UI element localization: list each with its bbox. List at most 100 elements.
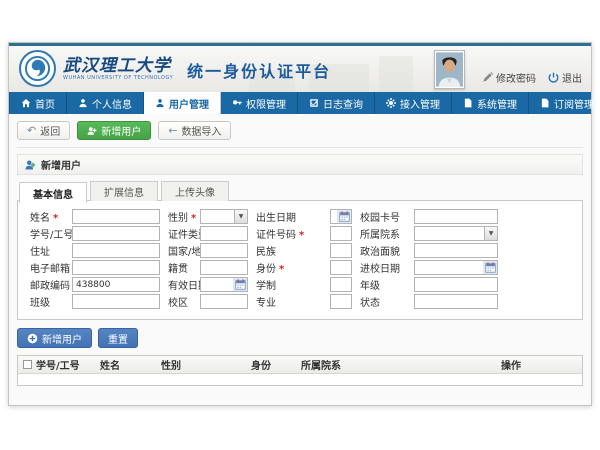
nav-tab-label: 日志查询 xyxy=(323,96,363,111)
chevron-down-icon[interactable]: ▼ xyxy=(484,227,497,240)
field-input-wrap xyxy=(72,243,160,258)
field-text-input[interactable] xyxy=(330,294,352,309)
chevron-down-icon[interactable]: ▼ xyxy=(234,210,247,223)
field-input-wrap xyxy=(414,260,498,275)
key-icon xyxy=(232,98,242,108)
field-text-input[interactable] xyxy=(200,260,248,275)
field-text-input[interactable] xyxy=(72,277,160,292)
data-import-button[interactable]: ← 数据导入 xyxy=(158,121,231,140)
field-text-input[interactable] xyxy=(414,277,498,292)
field-input-wrap xyxy=(200,277,248,292)
nav-tab-label: 系统管理 xyxy=(477,96,517,111)
field-text-input[interactable] xyxy=(72,226,160,241)
user-form: 姓名*性别*▼出生日期校园卡号学号/工号*证件类型*证件号码*所属院系▼住址国家… xyxy=(22,208,578,310)
change-password-link[interactable]: 修改密码 xyxy=(482,70,536,85)
user-icon xyxy=(78,98,88,108)
nav-tab-5[interactable]: 接入管理 xyxy=(375,92,452,114)
logout-link[interactable]: 退出 xyxy=(548,70,582,85)
nav-tab-2[interactable]: 用户管理 xyxy=(144,92,221,114)
table-column-header-1: 姓名 xyxy=(100,357,161,372)
nav-tab-0[interactable]: 首页 xyxy=(9,92,67,114)
field-text-input[interactable] xyxy=(414,243,498,258)
back-arrow-icon: ↶ xyxy=(27,125,36,136)
university-name-en: WUHAN UNIVERSITY OF TECHNOLOGY xyxy=(63,75,173,81)
field-text-input[interactable] xyxy=(414,294,498,309)
table-column-header-2: 性别 xyxy=(161,357,251,372)
table-empty-body xyxy=(18,374,582,385)
nav-tab-label: 订阅管理 xyxy=(554,96,594,111)
field-label: 住址 xyxy=(22,243,72,258)
user-avatar[interactable] xyxy=(434,50,465,89)
back-button[interactable]: ↶ 返回 xyxy=(17,121,70,140)
main-content: ↶ 返回 新增用户 ← 数据导入 新增用户 基本信息扩展信息上传头像 姓名*性别… xyxy=(9,114,591,405)
field-text-input[interactable] xyxy=(72,243,160,258)
add-user-toolbar-button[interactable]: 新增用户 xyxy=(77,121,151,140)
gear-icon xyxy=(386,98,396,108)
field-label: 邮政编码 xyxy=(22,277,72,292)
required-asterisk: * xyxy=(53,213,58,224)
import-arrow-icon: ← xyxy=(168,125,177,136)
field-label: 姓名* xyxy=(22,209,72,224)
select-all-checkbox[interactable] xyxy=(23,360,32,369)
field-text-input[interactable] xyxy=(72,209,160,224)
add-user-icon xyxy=(24,159,36,171)
nav-tab-1[interactable]: 个人信息 xyxy=(67,92,144,114)
field-text-input[interactable] xyxy=(330,243,352,258)
add-user-icon xyxy=(87,126,97,136)
field-input-wrap xyxy=(200,260,248,275)
field-label: 身份* xyxy=(248,260,330,275)
form-tab-0[interactable]: 基本信息 xyxy=(19,182,87,203)
brand: 武汉理工大学 WUHAN UNIVERSITY OF TECHNOLOGY 统一… xyxy=(19,50,331,87)
form-tab-2[interactable]: 上传头像 xyxy=(161,181,229,201)
table-header-row: 学号/工号姓名性别身份所属院系操作 xyxy=(18,356,582,374)
nav-tab-3[interactable]: 权限管理 xyxy=(221,92,298,114)
reset-button[interactable]: 重置 xyxy=(98,328,138,348)
field-text-input[interactable] xyxy=(330,260,352,275)
field-input-wrap xyxy=(414,243,498,258)
university-name: 武汉理工大学 WUHAN UNIVERSITY OF TECHNOLOGY xyxy=(63,57,173,81)
field-label: 民族 xyxy=(248,243,330,258)
reset-label: 重置 xyxy=(108,331,128,346)
form-tab-1[interactable]: 扩展信息 xyxy=(90,181,158,201)
field-input-wrap: ▼ xyxy=(200,209,248,224)
user-table: 学号/工号姓名性别身份所属院系操作 xyxy=(17,355,583,386)
field-text-input[interactable] xyxy=(414,209,498,224)
field-label: 年级 xyxy=(352,277,414,292)
power-icon xyxy=(548,72,559,83)
field-text-input[interactable] xyxy=(72,294,160,309)
field-text-input[interactable] xyxy=(200,243,248,258)
field-text-input[interactable] xyxy=(330,277,352,292)
field-input-wrap xyxy=(200,294,248,309)
field-label: 性别* xyxy=(160,209,200,224)
calendar-icon[interactable] xyxy=(483,261,497,274)
field-text-input[interactable] xyxy=(200,226,248,241)
back-button-label: 返回 xyxy=(40,123,60,138)
nav-tab-4[interactable]: 日志查询 xyxy=(298,92,375,114)
field-label: 籍贯 xyxy=(160,260,200,275)
field-label: 出生日期 xyxy=(248,209,330,224)
log-icon xyxy=(309,98,319,108)
field-input-wrap xyxy=(72,209,160,224)
field-label: 校园卡号 xyxy=(352,209,414,224)
field-label: 校区 xyxy=(160,294,200,309)
calendar-icon[interactable] xyxy=(337,210,351,223)
nav-tab-label: 个人信息 xyxy=(92,96,132,111)
header-links: 修改密码 退出 xyxy=(482,70,582,85)
field-label: 学号/工号* xyxy=(22,226,72,241)
field-label: 所属院系 xyxy=(352,226,414,241)
nav-tab-6[interactable]: 系统管理 xyxy=(452,92,529,114)
header: 武汉理工大学 WUHAN UNIVERSITY OF TECHNOLOGY 统一… xyxy=(9,46,591,92)
field-input-wrap xyxy=(414,277,498,292)
nav-tab-7[interactable]: 订阅管理 xyxy=(529,92,600,114)
field-text-input[interactable] xyxy=(200,294,248,309)
file-icon xyxy=(463,98,473,108)
calendar-icon[interactable] xyxy=(233,278,247,291)
field-text-input[interactable] xyxy=(330,226,352,241)
submit-add-user-button[interactable]: 新增用户 xyxy=(17,328,92,348)
field-label: 国家/地区 xyxy=(160,243,200,258)
university-logo-icon xyxy=(19,50,56,87)
nav-tab-label: 首页 xyxy=(35,96,55,111)
plus-circle-icon xyxy=(27,333,38,344)
users-icon xyxy=(155,98,165,108)
field-text-input[interactable] xyxy=(72,260,160,275)
